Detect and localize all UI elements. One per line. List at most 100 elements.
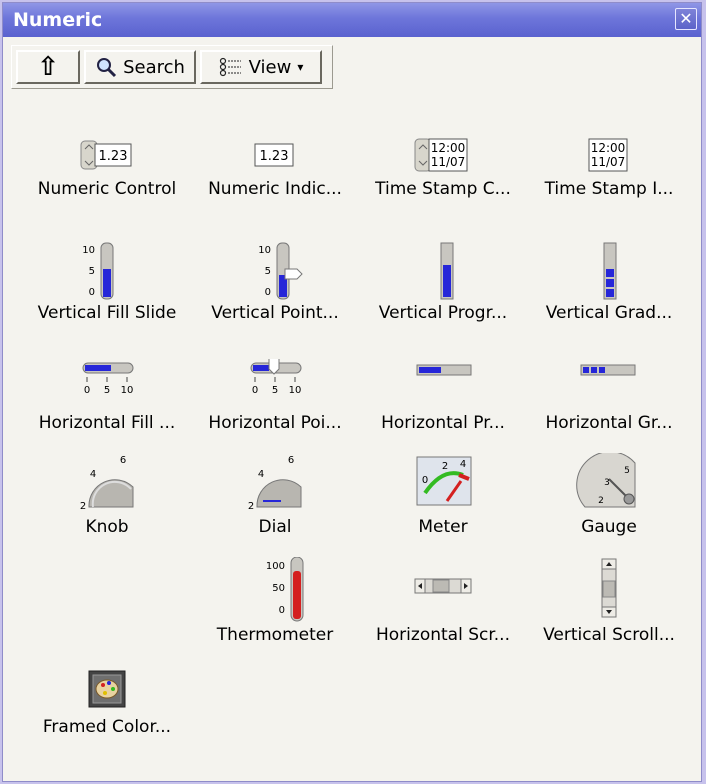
svg-text:5: 5 [104, 385, 110, 396]
magnifier-icon [97, 58, 117, 78]
svg-text:3: 3 [604, 478, 610, 488]
numeric-display-text: 1.23 [99, 149, 128, 164]
close-icon: ✕ [679, 9, 693, 28]
palette-item-numeric-indicator[interactable]: 1.23 Numeric Indic... [195, 135, 355, 235]
knob-icon: 2 4 6 [80, 455, 134, 512]
item-label: Dial [258, 517, 292, 537]
svg-text:10: 10 [82, 245, 95, 256]
palette-item-meter[interactable]: 0 2 4 Meter [363, 453, 523, 553]
item-label: Framed Color... [42, 717, 172, 737]
svg-text:0: 0 [422, 475, 428, 486]
palette-item-horizontal-scrollbar[interactable]: Horizontal Scr... [363, 557, 523, 657]
item-label: Meter [418, 517, 468, 537]
palette-item-vertical-fill-slide[interactable]: 10 5 0 Vertical Fill Slide [27, 241, 187, 341]
svg-text:4: 4 [90, 469, 96, 480]
palette-toolbar: ⇧ Search View ▾ [11, 45, 333, 89]
svg-text:10: 10 [289, 385, 302, 396]
palette-item-vertical-pointer-slide[interactable]: 10 5 0 Vertical Point... [195, 241, 355, 341]
item-label: Knob [85, 517, 129, 537]
palette-item-horizontal-pointer-slide[interactable]: 0 5 10 Horizontal Poi... [195, 359, 355, 449]
palette-item-thermometer[interactable]: 100 50 0 Thermometer [195, 557, 355, 657]
palette-item-vertical-graduated-bar[interactable]: Vertical Grad... [529, 241, 689, 341]
svg-text:2: 2 [248, 501, 254, 512]
palette-item-horizontal-fill-slide[interactable]: 0 5 10 Horizontal Fill ... [27, 359, 187, 449]
close-button[interactable]: ✕ [675, 8, 697, 30]
svg-text:2: 2 [442, 461, 448, 472]
item-label: Thermometer [216, 625, 334, 645]
svg-text:50: 50 [272, 583, 285, 594]
vertical-fill-slide-icon: 10 5 0 [82, 242, 114, 300]
search-label: Search [123, 56, 185, 78]
svg-text:5: 5 [272, 385, 278, 396]
palette-item-horizontal-progress-bar[interactable]: Horizontal Pr... [363, 359, 523, 449]
search-button[interactable]: Search [84, 50, 196, 84]
item-label: Vertical Fill Slide [37, 303, 177, 323]
meter-icon: 0 2 4 [416, 456, 472, 506]
svg-text:5: 5 [89, 266, 95, 277]
window-title: Numeric [13, 9, 103, 31]
palette-item-framed-color-box[interactable]: Framed Color... [27, 669, 187, 769]
horizontal-fill-slide-icon: 0 5 10 [82, 362, 134, 396]
vertical-graduated-bar-icon [603, 242, 617, 300]
palette-content: 1.23 Numeric Control 1.23 Numeric Indic.… [11, 95, 695, 775]
view-button[interactable]: View ▾ [200, 50, 322, 84]
palette-item-vertical-scrollbar[interactable]: Vertical Scroll... [529, 557, 689, 657]
gauge-icon: 2 3 5 [576, 453, 636, 508]
palette-item-vertical-progress-bar[interactable]: Vertical Progr... [363, 241, 523, 341]
svg-text:0: 0 [265, 287, 271, 298]
item-label: Horizontal Pr... [381, 413, 505, 433]
svg-text:2: 2 [80, 501, 86, 512]
numeric-palette-window: Numeric ✕ ⇧ Search View ▾ 1.23 Numeric C… [2, 2, 702, 782]
item-label: Time Stamp C... [375, 179, 511, 199]
horizontal-progress-bar-icon [416, 364, 472, 376]
palette-item-knob[interactable]: 2 4 6 Knob [27, 453, 187, 553]
palette-item-horizontal-graduated-bar[interactable]: Horizontal Gr... [529, 359, 689, 449]
horizontal-graduated-bar-icon [580, 364, 636, 376]
title-bar[interactable]: Numeric ✕ [3, 3, 701, 37]
svg-text:0: 0 [252, 385, 258, 396]
vertical-pointer-slide-icon: 10 5 0 [258, 242, 303, 300]
item-label: Horizontal Fill ... [38, 413, 176, 433]
dial-icon: 2 4 6 [248, 455, 302, 512]
item-label: Vertical Progr... [378, 303, 508, 323]
item-label: Numeric Indic... [208, 179, 342, 199]
svg-text:10: 10 [121, 385, 134, 396]
svg-text:0: 0 [84, 385, 90, 396]
palette-item-time-stamp-indicator[interactable]: 12:00 11/07 Time Stamp I... [529, 135, 689, 235]
palette-item-gauge[interactable]: 2 3 5 Gauge [529, 453, 689, 553]
item-label: Vertical Point... [211, 303, 339, 323]
svg-text:0: 0 [89, 287, 95, 298]
horizontal-pointer-slide-icon: 0 5 10 [250, 359, 302, 396]
chevron-down-icon: ▾ [297, 60, 304, 74]
svg-text:4: 4 [460, 459, 466, 470]
svg-text:100: 100 [266, 561, 285, 572]
numeric-display-text: 1.23 [260, 149, 289, 164]
svg-text:0: 0 [279, 605, 285, 616]
up-button[interactable]: ⇧ [16, 50, 80, 84]
item-label: Horizontal Gr... [545, 413, 673, 433]
svg-text:5: 5 [624, 466, 630, 476]
date-text: 11/07 [591, 155, 626, 169]
view-list-icon [219, 57, 241, 77]
date-text: 11/07 [431, 155, 466, 169]
up-arrow-icon: ⇧ [37, 52, 59, 82]
item-label: Vertical Grad... [545, 303, 673, 323]
item-label: Time Stamp I... [544, 179, 674, 199]
item-label: Gauge [581, 517, 637, 537]
svg-text:6: 6 [288, 455, 294, 466]
item-label: Vertical Scroll... [543, 625, 675, 645]
view-label: View [248, 56, 292, 78]
svg-text:4: 4 [258, 469, 264, 480]
svg-text:10: 10 [258, 245, 271, 256]
palette-item-dial[interactable]: 2 4 6 Dial [195, 453, 355, 553]
item-label: Horizontal Scr... [376, 625, 510, 645]
vertical-progress-bar-icon [440, 242, 454, 300]
time-text: 12:00 [431, 141, 466, 155]
item-label: Horizontal Poi... [208, 413, 342, 433]
palette-item-time-stamp-control[interactable]: 12:00 11/07 Time Stamp C... [363, 135, 523, 235]
item-label: Numeric Control [37, 179, 177, 199]
svg-text:2: 2 [598, 496, 604, 506]
palette-item-numeric-control[interactable]: 1.23 Numeric Control [27, 135, 187, 235]
svg-text:5: 5 [265, 266, 271, 277]
svg-text:6: 6 [120, 455, 126, 466]
